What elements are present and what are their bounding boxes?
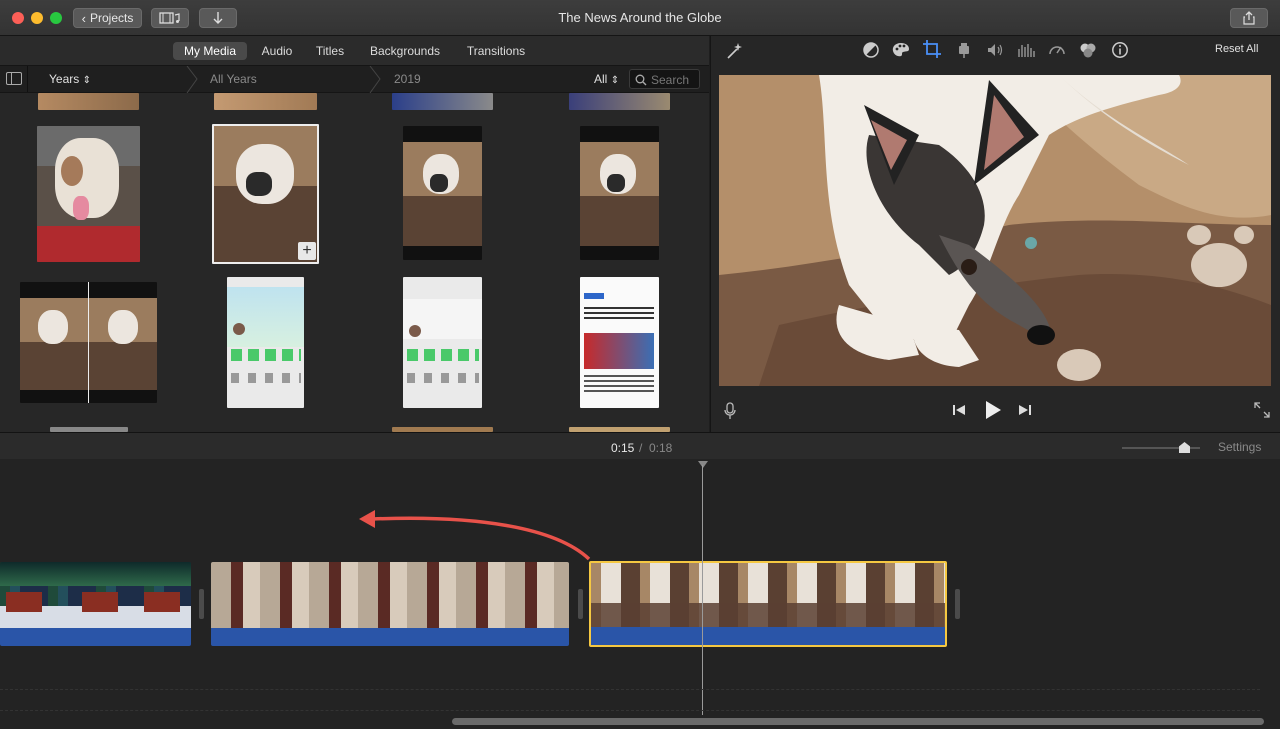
clip-gap-handle[interactable] xyxy=(578,589,583,619)
speed-icon[interactable] xyxy=(1048,41,1066,59)
skip-back-icon[interactable] xyxy=(952,404,966,416)
total-time: 0:18 xyxy=(649,441,673,455)
noise-reduction-icon[interactable] xyxy=(1017,41,1035,59)
zoom-slider-thumb[interactable] xyxy=(1179,442,1190,453)
clip-audio-track xyxy=(591,627,945,645)
media-thumbnail-share-sheet[interactable] xyxy=(403,277,482,408)
media-thumbnail-split-screenshot[interactable] xyxy=(20,282,157,403)
browser-tabs: My Media Audio Titles Backgrounds Transi… xyxy=(0,36,709,65)
current-time: 0:15 xyxy=(611,441,635,455)
years-sort-label: Years xyxy=(49,72,80,86)
timeline xyxy=(0,459,1280,729)
media-thumbnail[interactable] xyxy=(38,93,139,110)
clip-audio-track xyxy=(0,628,191,646)
info-icon[interactable] xyxy=(1111,41,1129,59)
filter-dropdown[interactable]: All ⇕ xyxy=(594,72,619,86)
microphone-icon[interactable] xyxy=(723,402,737,420)
media-thumbnail-bulldog-photo[interactable] xyxy=(37,126,140,262)
clip-audio-track xyxy=(211,628,569,646)
fullscreen-icon[interactable] xyxy=(1254,402,1270,418)
tab-backgrounds[interactable]: Backgrounds xyxy=(364,42,446,60)
search-placeholder: Search xyxy=(651,73,690,87)
clip-gap-handle[interactable] xyxy=(199,589,204,619)
color-balance-icon[interactable] xyxy=(862,41,880,59)
media-grid: + xyxy=(0,93,709,432)
magic-wand-icon[interactable] xyxy=(724,41,744,61)
timeline-clip-dog-selected[interactable] xyxy=(589,561,947,647)
clip-filmstrip xyxy=(211,562,569,628)
stabilization-icon[interactable] xyxy=(955,41,973,59)
video-preview xyxy=(719,75,1271,386)
media-thumbnail-share-sheet[interactable] xyxy=(227,277,304,408)
clip-filter-icon[interactable] xyxy=(1079,41,1097,59)
media-thumbnail-screenshot[interactable] xyxy=(580,126,659,260)
clip-filmstrip xyxy=(0,562,191,628)
reset-all-button[interactable]: Reset All xyxy=(1215,43,1258,55)
sidebar-toggle-icon[interactable] xyxy=(6,72,22,85)
color-palette-icon[interactable] xyxy=(891,41,911,59)
viewer-panel: Reset All xyxy=(710,36,1280,432)
media-browser: My Media Audio Titles Backgrounds Transi… xyxy=(0,36,709,432)
tab-my-media[interactable]: My Media xyxy=(173,42,247,60)
clip-end-handle[interactable] xyxy=(955,589,960,619)
playhead-marker[interactable] xyxy=(698,459,708,469)
clip-filmstrip xyxy=(591,563,945,627)
media-thumbnail[interactable] xyxy=(214,93,317,110)
media-thumbnail[interactable] xyxy=(392,93,493,110)
tab-transitions[interactable]: Transitions xyxy=(460,42,532,60)
time-separator: / xyxy=(639,441,643,455)
breadcrumb-year[interactable]: 2019 xyxy=(394,72,421,86)
audio-lane xyxy=(0,689,1260,711)
media-thumbnail-article[interactable] xyxy=(580,277,659,408)
share-icon xyxy=(1243,11,1255,25)
updown-chevron-icon: ⇕ xyxy=(610,75,620,86)
title-bar: ‹ Projects The News Around the Globe xyxy=(0,0,1280,36)
play-icon[interactable] xyxy=(984,400,1002,420)
tab-titles[interactable]: Titles xyxy=(309,42,351,60)
filter-label: All xyxy=(594,72,608,86)
volume-icon[interactable] xyxy=(986,41,1004,59)
playhead-line[interactable] xyxy=(702,465,703,715)
settings-button[interactable]: Settings xyxy=(1218,440,1261,454)
breadcrumb-separator-icon xyxy=(369,66,381,93)
video-preview-image xyxy=(719,75,1271,386)
timeline-clip-aurora-cabin[interactable] xyxy=(0,562,191,646)
timeline-clip-cat-door[interactable] xyxy=(211,562,569,646)
share-button[interactable] xyxy=(1230,8,1268,28)
filter-bar: Years ⇕ All Years 2019 All ⇕ Search xyxy=(0,65,709,93)
drag-arrow-annotation xyxy=(359,510,591,561)
skip-forward-icon[interactable] xyxy=(1018,404,1032,416)
tab-audio[interactable]: Audio xyxy=(253,42,301,60)
timeline-scrollbar[interactable] xyxy=(452,718,1264,725)
breadcrumb-separator-icon xyxy=(186,66,198,93)
search-icon xyxy=(635,74,647,86)
add-plus-icon[interactable]: + xyxy=(298,242,316,260)
breadcrumb-all-years[interactable]: All Years xyxy=(210,72,257,86)
media-thumbnail-dog-photo-selected[interactable]: + xyxy=(212,124,319,264)
media-thumbnail-screenshot[interactable] xyxy=(403,126,482,260)
divider xyxy=(27,66,28,92)
media-thumbnail[interactable] xyxy=(569,93,670,110)
crop-icon[interactable] xyxy=(922,39,942,59)
updown-chevron-icon: ⇕ xyxy=(82,75,91,86)
window-title: The News Around the Globe xyxy=(558,10,722,25)
timeline-header: 0:15 / 0:18 Settings xyxy=(0,432,1280,459)
search-field[interactable]: Search xyxy=(629,69,700,89)
years-sort-dropdown[interactable]: Years ⇕ xyxy=(49,72,91,86)
